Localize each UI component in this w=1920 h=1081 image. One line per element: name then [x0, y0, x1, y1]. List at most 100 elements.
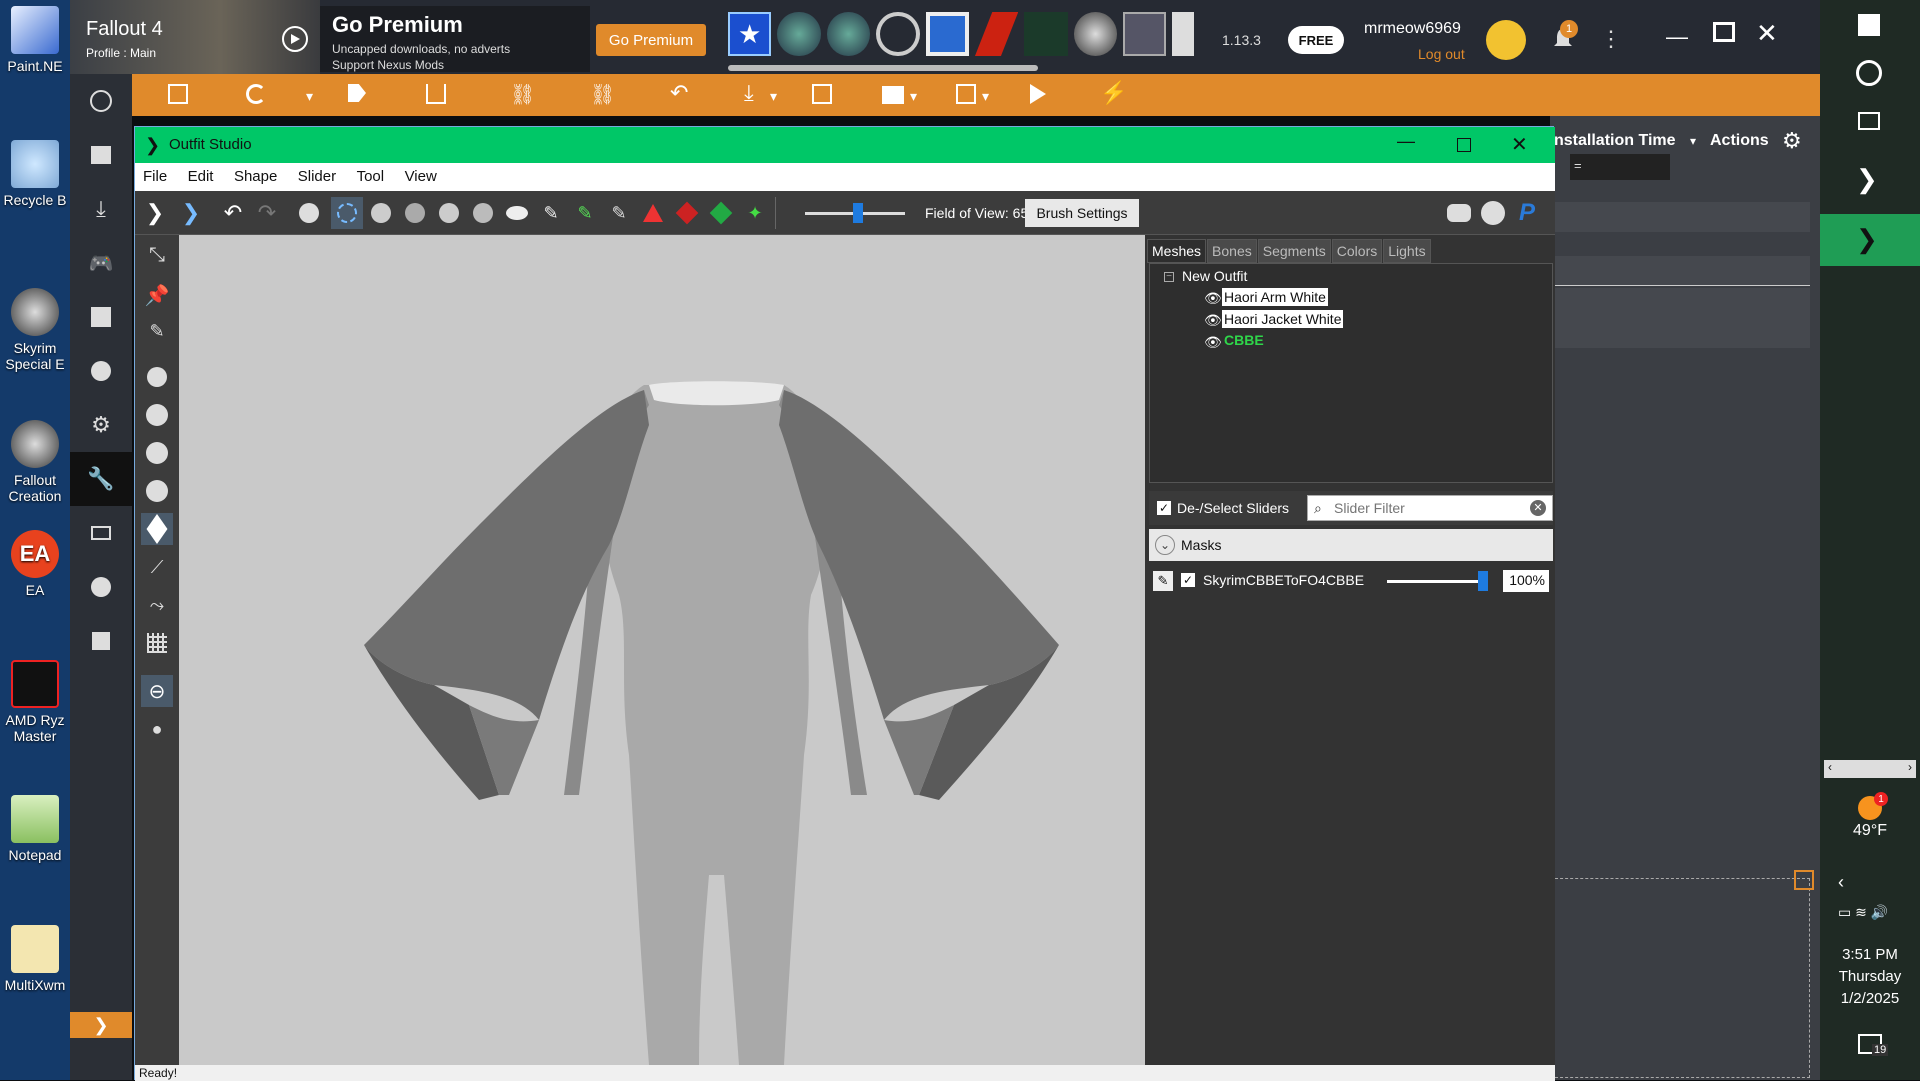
sort-icon[interactable] — [812, 84, 832, 104]
menu-slider[interactable]: Slider — [290, 163, 344, 190]
front-view-icon[interactable] — [141, 361, 173, 393]
split-edge-icon[interactable] — [705, 197, 737, 229]
go-premium-button[interactable]: Go Premium — [596, 24, 706, 56]
add-icon[interactable] — [168, 84, 188, 104]
chevron-down-icon[interactable]: ⌄ — [1155, 535, 1175, 555]
slider-filter-input[interactable] — [1334, 498, 1514, 518]
link-icon[interactable]: ⛓ — [510, 82, 535, 107]
edit-slider-icon[interactable]: ✎ — [1153, 571, 1173, 591]
kebab-menu-icon[interactable]: ⋮ — [1600, 26, 1622, 52]
discord-icon[interactable] — [1443, 197, 1475, 229]
drop-zone[interactable] — [1550, 878, 1810, 1078]
launcher-scrollbar[interactable] — [728, 65, 1038, 71]
undo-icon[interactable]: ↶ — [217, 197, 249, 229]
settings-icon[interactable]: ⚙ — [70, 398, 132, 452]
taskbar-scrollbar[interactable]: ‹ › — [1824, 760, 1916, 778]
tools-icon[interactable]: 🔧 — [70, 452, 132, 506]
slider-track[interactable] — [1387, 580, 1487, 583]
installation-time-filter[interactable]: = — [1570, 154, 1670, 180]
news-icon[interactable] — [70, 128, 132, 182]
close-icon[interactable]: ✕ — [1756, 18, 1778, 49]
flip-edge-icon[interactable] — [671, 197, 703, 229]
menu-edit[interactable]: Edit — [180, 163, 222, 190]
back-view-icon[interactable] — [141, 399, 173, 431]
star-icon[interactable]: ★ — [728, 12, 772, 56]
eye-icon[interactable]: 👁 — [1204, 334, 1222, 351]
slider-thumb[interactable] — [1478, 571, 1488, 591]
github-icon[interactable] — [1477, 197, 1509, 229]
expand-sidebar-button[interactable]: ❯ — [70, 1012, 132, 1038]
mod-row[interactable] — [1550, 202, 1810, 232]
lightning-icon[interactable]: ⚡ — [1100, 80, 1127, 106]
chevron-left-icon[interactable]: ‹ — [1838, 872, 1844, 893]
eye-icon[interactable]: 👁 — [1204, 290, 1222, 307]
weight-brush-icon[interactable]: ✎ — [535, 197, 567, 229]
undiff-brush-icon[interactable] — [501, 197, 533, 229]
mask-brush-icon[interactable] — [331, 197, 363, 229]
desktop-icon-amd[interactable]: AMD Ryz Master — [0, 660, 70, 744]
lighting-icon[interactable]: ● — [141, 713, 173, 745]
eye-icon[interactable]: 👁 — [1204, 312, 1222, 329]
installation-time-header[interactable]: nstallation Time — [1554, 132, 1676, 150]
color-brush-icon[interactable]: ✎ — [569, 197, 601, 229]
collapse-toggle[interactable]: − — [1164, 272, 1174, 282]
minimize-icon[interactable]: — — [1397, 131, 1415, 152]
desktop-icon-ea[interactable]: EA EA — [0, 530, 70, 598]
pose-icon[interactable]: ✦ — [739, 197, 771, 229]
mod-row[interactable] — [1550, 288, 1810, 348]
game-selector[interactable]: Fallout 4 Profile : Main — [70, 0, 320, 74]
tab-bones[interactable]: Bones — [1207, 239, 1257, 263]
left-view-icon[interactable] — [141, 437, 173, 469]
desktop-icon-multixwm[interactable]: MultiXwm — [0, 925, 70, 993]
play-icon[interactable] — [282, 26, 308, 52]
avatar[interactable] — [1486, 20, 1526, 60]
masks-row[interactable]: ⌄ Masks — [1149, 529, 1553, 561]
download-icon[interactable]: ⤓ — [744, 80, 754, 106]
smooth-brush-icon[interactable] — [467, 197, 499, 229]
undo-icon[interactable]: ↶ — [670, 80, 688, 106]
refresh-icon[interactable] — [246, 84, 266, 104]
show-edges-icon[interactable]: ⤳ — [141, 589, 173, 621]
inflate-brush-icon[interactable] — [365, 197, 397, 229]
collapse-vertex-icon[interactable] — [637, 197, 669, 229]
mesh-item[interactable]: Haori Arm White — [1222, 288, 1328, 306]
fov-slider-thumb[interactable] — [853, 203, 863, 223]
pivot-icon[interactable]: 📌 — [141, 279, 173, 311]
show-vertices-icon[interactable]: ⟋ — [141, 551, 173, 583]
redo-icon[interactable]: ↷ — [251, 197, 283, 229]
desktop-icon-fallout-ck[interactable]: Fallout Creation — [0, 420, 70, 504]
tree-root[interactable]: New Outfit — [1182, 268, 1247, 284]
loop-icon[interactable] — [876, 12, 920, 56]
menu-view[interactable]: View — [397, 163, 445, 190]
vault-boy-icon[interactable] — [777, 12, 821, 56]
layers-icon[interactable] — [70, 506, 132, 560]
window-icon[interactable] — [925, 12, 969, 56]
load-project-icon[interactable]: ❯ — [175, 197, 207, 229]
chevron-down-icon[interactable]: ▾ — [982, 88, 989, 105]
close-icon[interactable]: ✕ — [1511, 132, 1528, 157]
slider-filter-box[interactable]: ⌕ ✕ — [1307, 495, 1553, 521]
plus-circle-icon[interactable] — [70, 560, 132, 614]
perspective-icon[interactable] — [141, 513, 173, 545]
maximize-icon[interactable] — [1713, 22, 1735, 42]
hierarchy-icon[interactable] — [426, 84, 446, 104]
outfit-studio-task-icon[interactable]: ❯ — [1856, 224, 1878, 255]
windows-start-icon[interactable] — [1858, 14, 1880, 36]
slider-checkbox[interactable]: ✓ — [1181, 573, 1195, 587]
menu-tool[interactable]: Tool — [349, 163, 393, 190]
mesh-item[interactable]: Haori Jacket White — [1222, 310, 1344, 328]
move-brush-icon[interactable] — [433, 197, 465, 229]
deselect-checkbox[interactable]: ✓ — [1157, 501, 1171, 515]
save-icon[interactable] — [956, 84, 976, 104]
folder-icon[interactable] — [882, 86, 904, 104]
slider-value-field[interactable]: 100% — [1503, 570, 1549, 592]
vertex-edit-icon[interactable]: ✎ — [141, 315, 173, 347]
desktop-icon-paint[interactable]: Paint.NE — [0, 6, 70, 74]
extensions-icon[interactable] — [70, 290, 132, 344]
alpha-brush-icon[interactable]: ✎ — [603, 197, 635, 229]
select-brush-icon[interactable] — [293, 197, 325, 229]
desktop-icon-recycle-bin[interactable]: Recycle B — [0, 140, 70, 208]
mod-row[interactable] — [1550, 256, 1810, 286]
outfit-studio-task-icon[interactable]: ❯ — [1856, 164, 1878, 195]
info-icon[interactable] — [70, 344, 132, 398]
